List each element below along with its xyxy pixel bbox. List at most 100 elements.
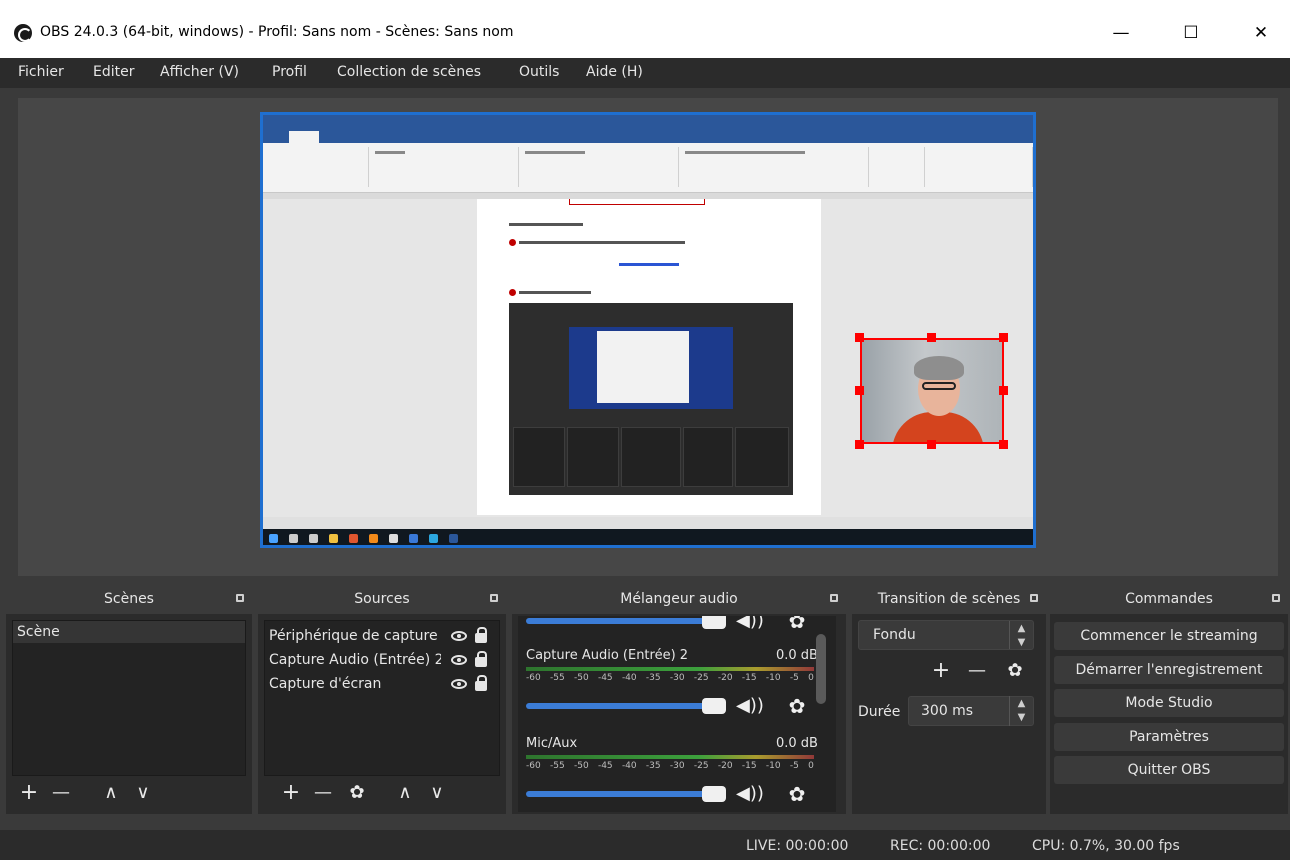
- start-recording-button[interactable]: Démarrer l'enregistrement: [1054, 656, 1284, 684]
- resize-handle[interactable]: [855, 440, 864, 449]
- sources-list[interactable]: Périphérique de capture Capture Audio (E…: [264, 620, 500, 776]
- channel-name: Capture Audio (Entrée) 2: [526, 648, 689, 663]
- float-icon[interactable]: [490, 594, 498, 602]
- exit-button[interactable]: Quitter OBS: [1054, 756, 1284, 784]
- move-source-up-button[interactable]: ∧: [392, 780, 418, 806]
- screen-capture-source[interactable]: [260, 112, 1036, 548]
- rec-timer: REC: 00:00:00: [890, 838, 991, 854]
- audio-mixer-dock: Mélangeur audio ◀)) ✿ Capture Audio (Ent…: [512, 584, 846, 814]
- volume-slider[interactable]: [526, 616, 726, 629]
- add-source-button[interactable]: +: [278, 780, 304, 806]
- float-icon[interactable]: [830, 594, 838, 602]
- status-bar: LIVE: 00:00:00 REC: 00:00:00 CPU: 0.7%, …: [0, 830, 1290, 860]
- duration-label: Durée: [858, 704, 901, 720]
- cpu-fps: CPU: 0.7%, 30.00 fps: [1032, 838, 1180, 854]
- resize-handle[interactable]: [999, 333, 1008, 342]
- studio-mode-button[interactable]: Mode Studio: [1054, 689, 1284, 717]
- transition-properties-gear-icon[interactable]: ✿: [1002, 658, 1028, 684]
- sources-toolbar: + — ✿ ∧ ∨: [264, 776, 500, 812]
- word-ribbon-tabs: [263, 129, 1033, 143]
- sources-dock: Sources Périphérique de capture Capture …: [258, 584, 506, 814]
- source-properties-gear-icon[interactable]: ✿: [344, 780, 370, 806]
- resize-handle[interactable]: [927, 440, 936, 449]
- scenes-toolbar: + — ∧ ∨: [12, 776, 246, 812]
- move-scene-up-button[interactable]: ∧: [98, 780, 124, 806]
- source-item[interactable]: Périphérique de capture: [269, 625, 441, 647]
- scenes-list[interactable]: Scène: [12, 620, 246, 776]
- add-scene-button[interactable]: +: [16, 780, 42, 806]
- word-page: [477, 199, 821, 515]
- start-streaming-button[interactable]: Commencer le streaming: [1054, 622, 1284, 650]
- float-icon[interactable]: [1030, 594, 1038, 602]
- channel-db: 0.0 dB: [776, 736, 818, 751]
- word-title-strip: [263, 115, 1033, 129]
- float-icon[interactable]: [236, 594, 244, 602]
- word-ribbon: [263, 143, 1033, 193]
- channel-settings-gear-icon[interactable]: ✿: [786, 783, 808, 805]
- embedded-obs-screenshot: [509, 303, 793, 495]
- meter-ticks: -60 -55 -50 -45 -40 -35 -30 -25 -20 -15 -10 -5 0: [526, 673, 814, 683]
- visibility-eye-icon[interactable]: [451, 655, 467, 665]
- transitions-dock-title: Transition de scènes: [877, 591, 1021, 607]
- mixer-channels: ◀)) ✿ Capture Audio (Entrée) 2 0.0 dB -6…: [518, 616, 836, 812]
- spin-updown-icon[interactable]: ▲ ▼: [1009, 696, 1033, 726]
- duration-spinbox[interactable]: 300 ms ▲ ▼: [908, 696, 1034, 726]
- resize-handle[interactable]: [927, 333, 936, 342]
- lock-icon[interactable]: [475, 651, 487, 667]
- minimize-button[interactable]: —: [1098, 18, 1144, 48]
- meter-ticks: -60 -55 -50 -45 -40 -35 -30 -25 -20 -15 -10 -5 0: [526, 761, 814, 771]
- visibility-eye-icon[interactable]: [451, 631, 467, 641]
- float-icon[interactable]: [1272, 594, 1280, 602]
- remove-source-button[interactable]: —: [310, 780, 336, 806]
- menu-afficher[interactable]: Afficher (V): [160, 64, 239, 80]
- speaker-mute-icon[interactable]: ◀)): [736, 616, 766, 632]
- mixer-dock-title: Mélangeur audio: [620, 591, 738, 607]
- menu-outils[interactable]: Outils: [519, 64, 559, 80]
- resize-handle[interactable]: [999, 386, 1008, 395]
- resize-handle[interactable]: [999, 440, 1008, 449]
- maximize-button[interactable]: ☐: [1168, 18, 1214, 48]
- resize-handle[interactable]: [855, 386, 864, 395]
- visibility-eye-icon[interactable]: [451, 679, 467, 689]
- transition-select[interactable]: Fondu ▲ ▼: [858, 620, 1034, 650]
- window-title: OBS 24.0.3 (64-bit, windows) - Profil: S…: [40, 24, 514, 40]
- volume-slider[interactable]: [526, 786, 726, 802]
- menu-collection-scenes[interactable]: Collection de scènes: [337, 64, 481, 80]
- settings-button[interactable]: Paramètres: [1054, 723, 1284, 751]
- speaker-mute-icon[interactable]: ◀)): [736, 695, 766, 717]
- menu-aide[interactable]: Aide (H): [586, 64, 643, 80]
- mixer-scrollbar[interactable]: [816, 634, 826, 704]
- remove-scene-button[interactable]: —: [48, 780, 74, 806]
- controls-dock-title: Commandes: [1125, 591, 1213, 607]
- transitions-dock: Transition de scènes Fondu ▲ ▼ + — ✿ Duré…: [852, 584, 1046, 814]
- channel-settings-gear-icon[interactable]: ✿: [786, 695, 808, 717]
- menu-bar: Fichier Editer Afficher (V) Profil Colle…: [0, 58, 1290, 88]
- channel-name: Mic/Aux: [526, 736, 578, 751]
- chevron-updown-icon: ▲ ▼: [1009, 621, 1033, 649]
- source-item[interactable]: Capture d'écran: [269, 673, 441, 695]
- scene-item[interactable]: Scène: [13, 621, 245, 643]
- remove-transition-button[interactable]: —: [964, 658, 990, 684]
- menu-editer[interactable]: Editer: [93, 64, 134, 80]
- move-source-down-button[interactable]: ∨: [424, 780, 450, 806]
- volume-slider[interactable]: [526, 698, 726, 714]
- lock-icon[interactable]: [475, 675, 487, 691]
- word-status-bar: [263, 517, 1033, 529]
- audio-meter: [526, 755, 814, 759]
- source-item[interactable]: Capture Audio (Entrée) 2: [269, 649, 441, 671]
- channel-settings-gear-icon[interactable]: ✿: [786, 616, 808, 632]
- lock-icon[interactable]: [475, 627, 487, 643]
- duration-value: 300 ms: [921, 703, 974, 719]
- speaker-mute-icon[interactable]: ◀)): [736, 783, 766, 805]
- add-transition-button[interactable]: +: [928, 658, 954, 684]
- channel-db: 0.0 dB: [776, 648, 818, 663]
- webcam-capture-source[interactable]: [860, 338, 1004, 444]
- move-scene-down-button[interactable]: ∨: [130, 780, 156, 806]
- sources-dock-title: Sources: [354, 591, 410, 607]
- close-button[interactable]: ✕: [1238, 18, 1284, 48]
- menu-profil[interactable]: Profil: [272, 64, 307, 80]
- menu-fichier[interactable]: Fichier: [18, 64, 64, 80]
- title-bar: OBS 24.0.3 (64-bit, windows) - Profil: S…: [0, 0, 1290, 58]
- resize-handle[interactable]: [855, 333, 864, 342]
- scenes-dock: Scènes Scène + — ∧ ∨: [6, 584, 252, 814]
